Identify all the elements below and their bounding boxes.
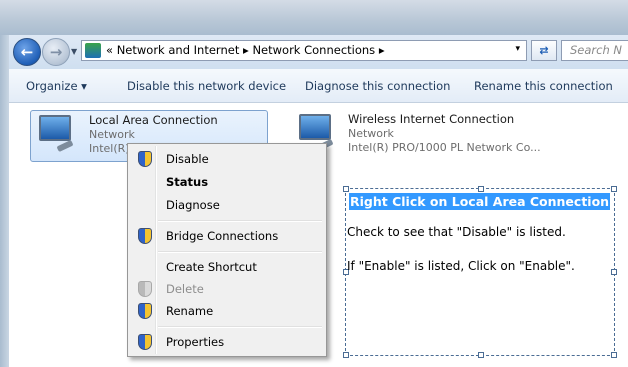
menu-item-create-shortcut[interactable]: Create Shortcut [130,256,324,278]
menu-item-bridge-connections[interactable]: Bridge Connections [130,225,324,247]
breadcrumb-separator-icon[interactable]: ▸ [243,43,249,57]
shield-icon [138,303,152,319]
control-panel-icon [85,43,101,58]
menu-item-disable[interactable]: Disable [130,148,324,170]
wireless-connection-item[interactable]: Wireless Internet Connection Network Int… [293,110,613,162]
connection-type: Network [89,128,135,141]
resize-handle[interactable] [611,269,617,275]
menu-item-diagnose[interactable]: Diagnose [130,194,324,216]
connection-name: Local Area Connection [89,113,218,127]
menu-item-label: Diagnose [166,198,220,212]
menu-item-label: Disable [166,152,209,166]
resize-handle[interactable] [611,352,617,358]
annotation-title: Right Click on Local Area Connection [349,193,611,210]
connection-name: Wireless Internet Connection [348,112,515,126]
breadcrumb-network-and-internet[interactable]: Network and Internet [117,43,240,57]
menu-item-delete: Delete [130,278,324,300]
menu-item-label: Delete [166,282,204,296]
forward-button[interactable]: → [42,38,70,66]
menu-separator [158,251,322,253]
shield-icon [138,228,152,244]
resize-handle[interactable] [343,186,349,192]
breadcrumb-chevrons[interactable]: « [106,43,113,57]
arrow-right-icon: → [49,43,63,61]
menu-item-status[interactable]: Status [130,171,324,193]
context-menu: Disable Status Diagnose Bridge Connectio… [127,143,327,357]
window-left-border [0,35,9,367]
menu-item-properties[interactable]: Properties [130,331,324,353]
rename-button[interactable]: Rename this connection [474,79,613,93]
breadcrumb: « Network and Internet ▸ Network Connect… [106,43,385,57]
search-input[interactable]: Search N [561,40,628,61]
breadcrumb-separator-icon[interactable]: ▸ [379,43,385,57]
address-bar[interactable]: « Network and Internet ▸ Network Connect… [81,40,527,61]
organize-button[interactable]: Organize ▾ [26,79,87,93]
network-adapter-icon [39,115,71,141]
menu-separator [158,220,322,222]
resize-handle[interactable] [478,352,484,358]
annotation-line-2: If "Enable" is listed, Click on "Enable"… [347,259,575,273]
navigation-bar: ← → ▼ « Network and Internet ▸ Network C… [9,35,628,69]
connection-adapter: Intel(R) [89,142,130,155]
breadcrumb-network-connections[interactable]: Network Connections [252,43,375,57]
command-bar: Organize ▾ Disable this network device D… [9,69,628,103]
refresh-button[interactable]: ⇄ [531,40,557,61]
connection-type: Network [348,127,394,140]
window-title-bar [0,0,628,35]
network-adapter-icon [299,114,331,140]
resize-handle[interactable] [478,186,484,192]
menu-item-label: Rename [166,304,214,318]
network-cable-icon [56,139,74,153]
instruction-annotation: Right Click on Local Area Connection Che… [343,186,617,358]
diagnose-button[interactable]: Diagnose this connection [305,79,450,93]
connection-adapter: Intel(R) PRO/1000 PL Network Co... [348,141,541,154]
menu-item-label: Status [166,175,209,189]
shield-icon [138,334,152,350]
disable-device-button[interactable]: Disable this network device [127,79,286,93]
resize-handle[interactable] [611,186,617,192]
menu-item-rename[interactable]: Rename [130,300,324,322]
shield-icon [138,281,152,297]
menu-item-label: Create Shortcut [166,260,257,274]
arrow-left-icon: ← [20,43,34,61]
menu-item-label: Bridge Connections [166,229,279,243]
resize-handle[interactable] [343,352,349,358]
back-button[interactable]: ← [13,38,41,66]
menu-item-label: Properties [166,335,225,349]
shield-icon [138,151,152,167]
recent-pages-dropdown[interactable]: ▼ [71,47,77,56]
refresh-icon: ⇄ [539,44,549,57]
annotation-line-1: Check to see that "Disable" is listed. [347,225,566,239]
menu-separator [158,326,322,328]
address-dropdown-icon[interactable]: ▾ [515,44,520,54]
